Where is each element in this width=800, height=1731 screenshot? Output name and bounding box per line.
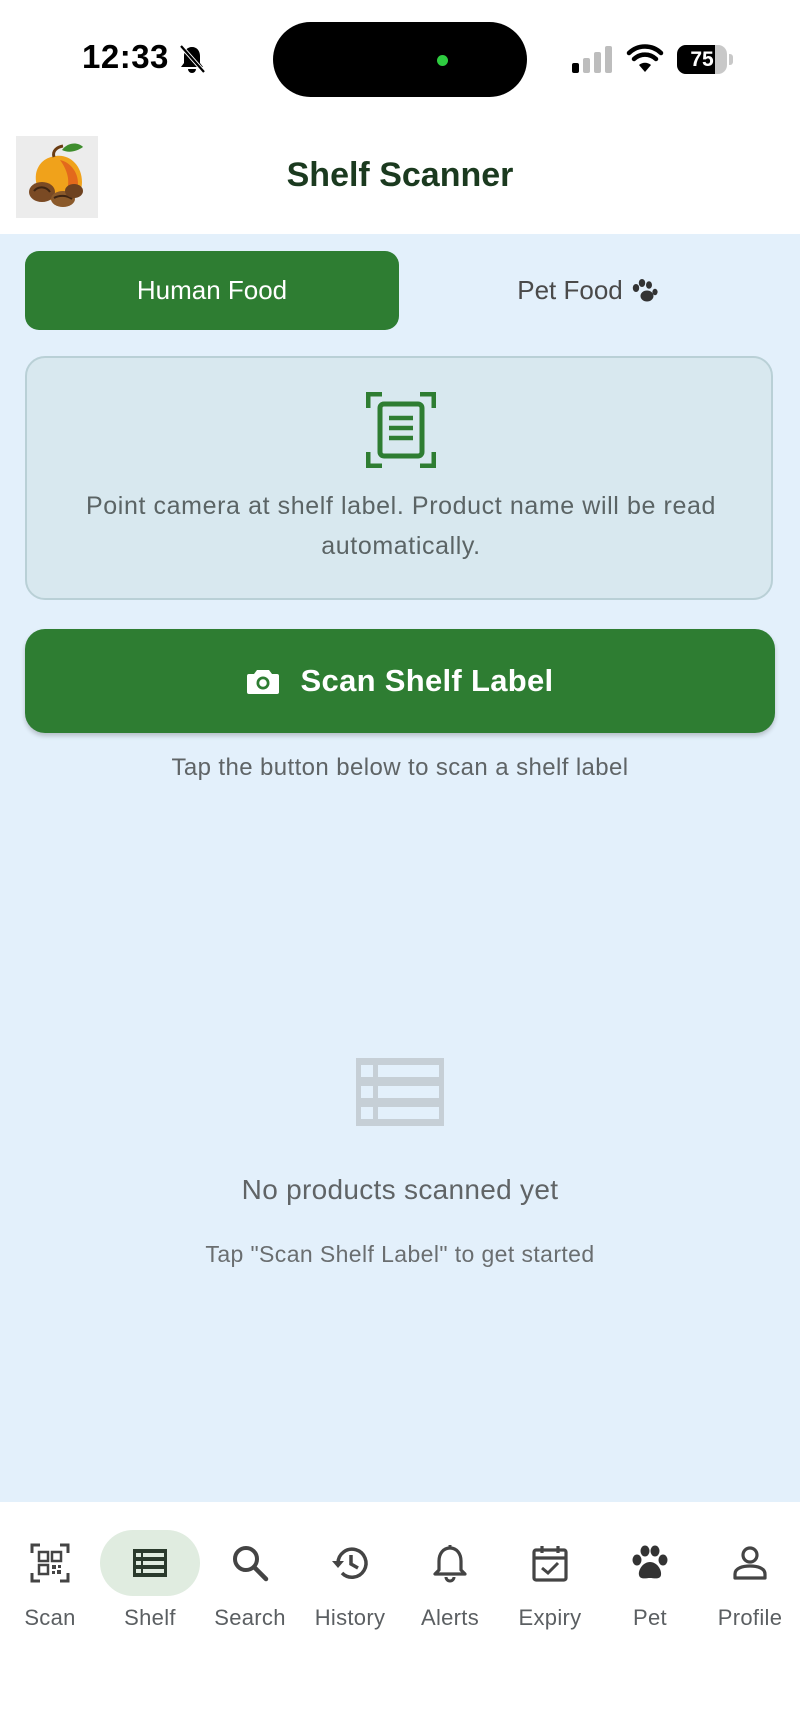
- battery-indicator: 75: [677, 45, 733, 74]
- list-icon: [133, 1549, 167, 1577]
- tab-label: Human Food: [136, 275, 288, 305]
- nav-item-scan[interactable]: Scan: [0, 1502, 100, 1632]
- paw-icon: [632, 278, 658, 301]
- nav-item-pet[interactable]: Pet: [600, 1502, 700, 1632]
- battery-level: 75: [690, 48, 714, 71]
- page-title: Shelf Scanner: [286, 156, 514, 194]
- paw-icon: [632, 1545, 668, 1579]
- screen: 12:33 75 Shelf Scanner Human Food Pet Fo…: [0, 0, 800, 1731]
- camera-indicator: [437, 55, 448, 66]
- person-icon: [733, 1546, 767, 1580]
- instructions-card: Point camera at shelf label. Product nam…: [25, 356, 773, 600]
- bell-off-icon: [179, 44, 206, 74]
- main-content: Human Food Pet Food Point camera at shel…: [0, 234, 800, 1502]
- nav-item-history[interactable]: History: [300, 1502, 400, 1632]
- scan-hint-text: Tap the button below to scan a shelf lab…: [171, 754, 629, 781]
- scan-button-label: Scan Shelf Label: [300, 663, 554, 698]
- nav-item-search[interactable]: Search: [200, 1502, 300, 1632]
- history-icon: [332, 1547, 368, 1579]
- app-bar: Shelf Scanner: [0, 118, 800, 234]
- status-time: 12:33: [82, 38, 169, 75]
- status-bar: 12:33 75: [0, 0, 800, 118]
- food-type-tabs: Human Food Pet Food: [25, 251, 775, 330]
- qr-scan-icon: [30, 1543, 70, 1583]
- document-scanner-icon: [366, 392, 436, 468]
- empty-list-icon: [356, 1058, 444, 1126]
- nav-item-profile[interactable]: Profile: [700, 1502, 800, 1632]
- nav-item-alerts[interactable]: Alerts: [400, 1502, 500, 1632]
- nav-item-expiry[interactable]: Expiry: [500, 1502, 600, 1632]
- calendar-check-icon: [532, 1546, 568, 1582]
- nav-item-shelf[interactable]: Shelf: [100, 1502, 200, 1632]
- tab-pet-food[interactable]: Pet Food: [401, 251, 775, 330]
- instructions-text: Point camera at shelf label. Product nam…: [86, 492, 716, 560]
- tab-human-food[interactable]: Human Food: [25, 251, 399, 330]
- cellular-signal-icon: [572, 46, 612, 73]
- bell-icon: [433, 1545, 467, 1583]
- camera-icon: [246, 670, 279, 694]
- tab-label: Pet Food: [517, 275, 623, 305]
- dynamic-island: [273, 22, 527, 97]
- scan-shelf-label-button[interactable]: Scan Shelf Label: [25, 629, 775, 733]
- bottom-navigation: Scan Shelf Search History Alerts Expiry …: [0, 1502, 800, 1731]
- empty-state-subtitle: Tap "Scan Shelf Label" to get started: [205, 1241, 595, 1267]
- wifi-icon: [626, 44, 664, 72]
- nav-label: Profile: [717, 1605, 783, 1630]
- search-icon: [233, 1546, 269, 1582]
- empty-state-title: No products scanned yet: [241, 1174, 559, 1205]
